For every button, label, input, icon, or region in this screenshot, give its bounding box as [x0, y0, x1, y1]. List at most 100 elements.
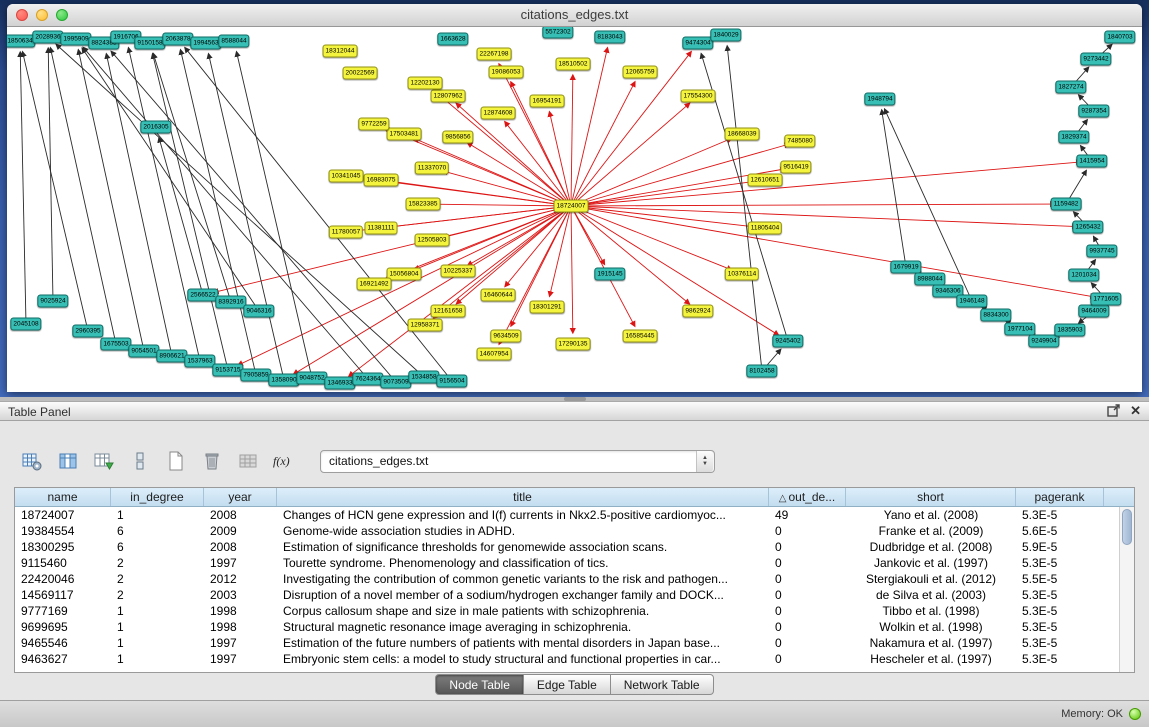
graph-node[interactable]: 2063878 — [162, 33, 193, 46]
graph-node[interactable]: 1771605 — [1090, 293, 1121, 306]
graph-node[interactable]: 19086053 — [489, 66, 524, 79]
network-canvas[interactable]: 1872400718510502120657591755430018668039… — [7, 27, 1142, 392]
table-cell[interactable]: 5.3E-5 — [1016, 507, 1104, 523]
table-cell[interactable]: 18724007 — [15, 507, 111, 523]
graph-node[interactable]: 11805404 — [748, 222, 782, 235]
graph-node[interactable]: 8834300 — [980, 309, 1011, 322]
table-cell[interactable]: Estimation of significance thresholds fo… — [277, 539, 769, 555]
graph-edge[interactable] — [20, 52, 26, 324]
table-cell[interactable]: Investigating the contribution of common… — [277, 571, 769, 587]
table-row[interactable]: 1872400712008Changes of HCN gene express… — [15, 507, 1119, 523]
graph-edge[interactable] — [571, 138, 732, 206]
graph-node[interactable]: 1948794 — [864, 93, 895, 106]
table-cell[interactable]: 0 — [769, 619, 846, 635]
graph-node[interactable]: 17290135 — [556, 338, 591, 351]
trash-icon[interactable] — [198, 448, 225, 475]
table-settings-icon[interactable] — [18, 448, 45, 475]
graph-node[interactable]: 15823385 — [406, 198, 441, 211]
graph-node[interactable]: 9772259 — [358, 118, 389, 131]
graph-node[interactable]: 9474304 — [682, 37, 713, 50]
graph-node[interactable]: 1915145 — [594, 268, 625, 281]
table-cell[interactable]: 5.3E-5 — [1016, 587, 1104, 603]
graph-edge[interactable] — [236, 52, 312, 378]
graph-node[interactable]: 7624364 — [352, 373, 383, 386]
table-cell[interactable]: Jankovic et al. (1997) — [846, 555, 1016, 571]
graph-node[interactable]: 11381111 — [365, 222, 398, 235]
graph-node[interactable]: 1346933 — [324, 377, 355, 390]
graph-edge[interactable] — [56, 44, 424, 377]
graph-node[interactable]: 7905859 — [240, 369, 271, 382]
table-cell[interactable]: Changes of HCN gene expression and I(f) … — [277, 507, 769, 523]
graph-node[interactable]: 16460644 — [481, 289, 516, 302]
table-cell[interactable]: 5.9E-5 — [1016, 539, 1104, 555]
table-cell[interactable]: Tibbo et al. (1998) — [846, 603, 1016, 619]
table-cell[interactable]: 1 — [111, 619, 204, 635]
table-cell[interactable]: Tourette syndrome. Phenomenology and cla… — [277, 555, 769, 571]
table-cell[interactable]: Structural magnetic resonance image aver… — [277, 619, 769, 635]
column-header-pagerank[interactable]: pagerank — [1016, 488, 1104, 506]
graph-node[interactable]: 9287354 — [1078, 105, 1109, 118]
graph-node[interactable]: 7485080 — [784, 135, 815, 148]
table-cell[interactable]: 0 — [769, 523, 846, 539]
table-cell[interactable]: 0 — [769, 555, 846, 571]
graph-edge[interactable] — [571, 206, 1095, 297]
table-cell[interactable]: 1998 — [204, 603, 277, 619]
table-row[interactable]: 911546021997Tourette syndrome. Phenomeno… — [15, 555, 1119, 571]
graph-edge[interactable] — [571, 206, 605, 264]
graph-edge[interactable] — [571, 75, 573, 206]
graph-node[interactable]: 1840029 — [710, 29, 741, 42]
graph-node[interactable]: 9150158 — [134, 37, 165, 50]
scrollbar-thumb[interactable] — [1122, 509, 1132, 545]
table-cell[interactable]: 18300295 — [15, 539, 111, 555]
column-header-name[interactable]: name — [15, 488, 111, 506]
table-cell[interactable]: 1997 — [204, 635, 277, 651]
graph-node[interactable]: 18301291 — [530, 301, 565, 314]
column-header-short[interactable]: short — [846, 488, 1016, 506]
table-cell[interactable]: 22420046 — [15, 571, 111, 587]
table-cell[interactable]: Estimation of the future numbers of pati… — [277, 635, 769, 651]
graph-node[interactable]: 2016305 — [140, 121, 171, 134]
graph-edge[interactable] — [434, 204, 571, 206]
graph-node[interactable]: 1995909 — [60, 33, 91, 46]
graph-node[interactable]: 18668039 — [725, 128, 760, 141]
graph-node[interactable]: 9245402 — [772, 335, 803, 348]
column-header-year[interactable]: year — [204, 488, 277, 506]
table-cell[interactable]: 6 — [111, 539, 204, 555]
table-disabled-icon[interactable] — [234, 448, 261, 475]
graph-node[interactable]: 9937745 — [1086, 245, 1117, 258]
graph-node[interactable]: 16921492 — [357, 278, 392, 291]
table-cell[interactable]: 1 — [111, 651, 204, 667]
table-cell[interactable]: 9465546 — [15, 635, 111, 651]
graph-node[interactable]: 1946148 — [956, 295, 987, 308]
tab-node-table[interactable]: Node Table — [435, 674, 524, 695]
graph-node[interactable]: 17554300 — [681, 90, 716, 103]
graph-node[interactable]: 22267198 — [477, 48, 512, 61]
graph-edge[interactable] — [571, 206, 732, 270]
graph-edge[interactable] — [571, 206, 754, 227]
graph-node[interactable]: 1835903 — [1054, 324, 1085, 337]
table-cell[interactable]: 5.3E-5 — [1016, 555, 1104, 571]
graph-node[interactable]: 8588044 — [218, 35, 249, 48]
table-cell[interactable]: Franke et al. (2009) — [846, 523, 1016, 539]
table-cell[interactable]: Hescheler et al. (1997) — [846, 651, 1016, 667]
graph-node[interactable]: 1994563 — [190, 37, 221, 50]
function-icon[interactable]: f(x) — [270, 448, 297, 475]
graph-node[interactable]: 9048752 — [296, 372, 327, 385]
graph-edge[interactable] — [78, 50, 144, 351]
table-cell[interactable]: 5.3E-5 — [1016, 635, 1104, 651]
graph-node[interactable]: 1534858 — [408, 371, 439, 384]
table-cell[interactable]: 1 — [111, 635, 204, 651]
graph-node[interactable]: 1829374 — [1058, 131, 1089, 144]
table-cell[interactable]: 0 — [769, 539, 846, 555]
table-cell[interactable]: 2 — [111, 571, 204, 587]
graph-node[interactable]: 10341045 — [329, 170, 364, 183]
graph-node[interactable]: 1840703 — [1104, 31, 1135, 44]
graph-node[interactable]: 9025924 — [37, 295, 68, 308]
table-cell[interactable]: 9777169 — [15, 603, 111, 619]
table-vertical-scrollbar[interactable] — [1119, 507, 1134, 672]
table-cell[interactable]: 2008 — [204, 507, 277, 523]
graph-node[interactable]: 12958371 — [408, 319, 443, 332]
graph-node[interactable]: 9862924 — [682, 305, 713, 318]
graph-node[interactable]: 12202130 — [408, 77, 443, 90]
graph-node[interactable]: 9856856 — [442, 131, 473, 144]
